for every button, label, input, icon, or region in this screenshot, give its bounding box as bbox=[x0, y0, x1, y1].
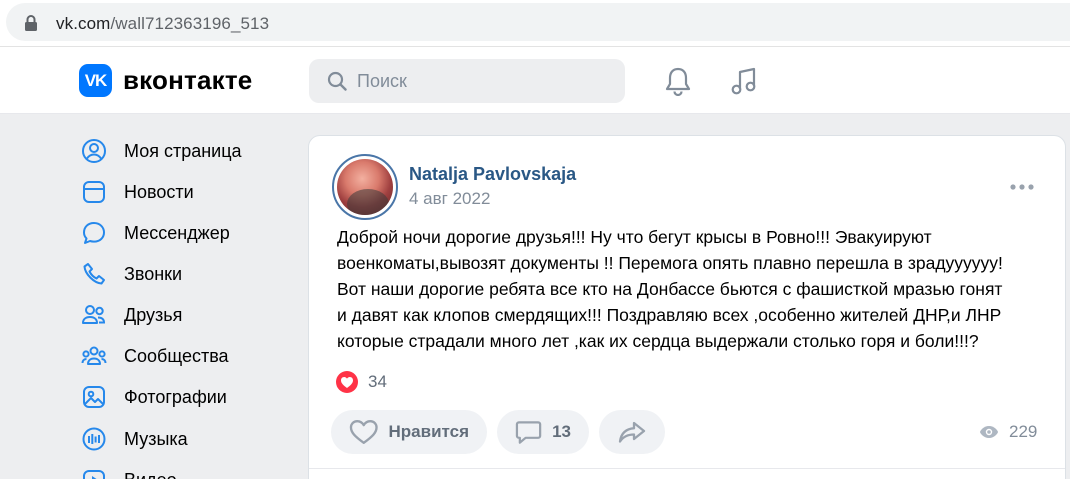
views-count: 229 bbox=[1009, 422, 1038, 441]
bell-icon[interactable] bbox=[664, 66, 692, 96]
comment-button[interactable]: 13 bbox=[497, 410, 589, 454]
more-options-icon[interactable] bbox=[1009, 183, 1035, 191]
sidebar-item-label: Фотографии bbox=[124, 386, 227, 407]
sidebar-item-communities[interactable]: Сообщества bbox=[80, 339, 280, 373]
sidebar-item-calls[interactable]: Звонки bbox=[80, 257, 280, 291]
sidebar-item-label: Друзья bbox=[124, 304, 183, 325]
sidebar-item-label: Мессенджер bbox=[124, 222, 230, 243]
phone-icon bbox=[83, 263, 105, 285]
avatar-image bbox=[337, 159, 393, 215]
avatar[interactable] bbox=[332, 154, 398, 220]
message-icon bbox=[83, 222, 105, 244]
video-icon bbox=[83, 470, 105, 479]
search-box[interactable] bbox=[309, 59, 625, 103]
sidebar-item-friends[interactable]: Друзья bbox=[80, 298, 280, 332]
like-label: Нравится bbox=[388, 422, 470, 441]
sidebar-item-music[interactable]: Музыка bbox=[80, 422, 280, 456]
sidebar-item-label: Новости bbox=[124, 181, 194, 202]
like-button[interactable]: Нравится bbox=[331, 410, 487, 454]
url-host: vk.com bbox=[56, 14, 111, 33]
browser-url-bar: vk.com/wall712363196_513 bbox=[0, 0, 1070, 47]
sidebar-item-label: Моя страница bbox=[124, 140, 242, 161]
share-icon bbox=[618, 421, 646, 443]
top-header: VK вконтакте bbox=[0, 47, 1070, 114]
sidebar-item-video[interactable]: Видео bbox=[80, 463, 280, 479]
sidebar-item-label: Видео bbox=[124, 470, 177, 479]
vk-logo-icon[interactable]: VK bbox=[79, 64, 112, 97]
reactions-summary[interactable]: 34 bbox=[336, 371, 387, 393]
comments-count: 13 bbox=[552, 422, 571, 441]
photo-icon bbox=[83, 386, 105, 408]
search-input[interactable] bbox=[357, 59, 617, 103]
address-field[interactable]: vk.com/wall712363196_513 bbox=[6, 3, 1070, 41]
post-author[interactable]: Natalja Pavlovskaja bbox=[409, 164, 576, 185]
post-card: Natalja Pavlovskaja 4 авг 2022 Доброй но… bbox=[308, 135, 1066, 479]
music-note-icon[interactable] bbox=[729, 66, 759, 96]
heart-outline-icon bbox=[349, 420, 378, 444]
sidebar-item-photos[interactable]: Фотографии bbox=[80, 380, 280, 414]
url-path: /wall712363196_513 bbox=[110, 14, 270, 33]
share-button[interactable] bbox=[599, 410, 665, 454]
post-text: Доброй ночи дорогие друзья!!! Ну что бег… bbox=[337, 227, 1003, 351]
music-icon bbox=[82, 427, 106, 451]
search-icon bbox=[327, 71, 347, 91]
views-indicator: 229 bbox=[979, 422, 1037, 442]
url-text: vk.com/wall712363196_513 bbox=[56, 14, 269, 34]
sidebar-item-label: Звонки bbox=[124, 263, 183, 284]
post-date[interactable]: 4 авг 2022 bbox=[409, 189, 490, 209]
user-circle-icon bbox=[82, 139, 106, 163]
card-divider bbox=[309, 468, 1065, 469]
lock-icon bbox=[25, 15, 37, 31]
comment-icon bbox=[515, 421, 542, 444]
communities-icon bbox=[81, 346, 107, 365]
sidebar-item-label: Музыка bbox=[124, 428, 188, 449]
logo-wordmark[interactable]: вконтакте bbox=[123, 64, 252, 97]
reactions-count: 34 bbox=[368, 372, 387, 391]
friends-icon bbox=[82, 305, 106, 324]
heart-reaction-icon bbox=[336, 371, 358, 393]
sidebar-item-label: Сообщества bbox=[124, 345, 229, 366]
sidebar-item-messenger[interactable]: Мессенджер bbox=[80, 216, 280, 250]
sidebar-item-my-page[interactable]: Моя страница bbox=[80, 134, 280, 168]
eye-icon bbox=[980, 426, 998, 438]
sidebar-item-news[interactable]: Новости bbox=[80, 175, 280, 209]
news-icon bbox=[83, 181, 105, 203]
